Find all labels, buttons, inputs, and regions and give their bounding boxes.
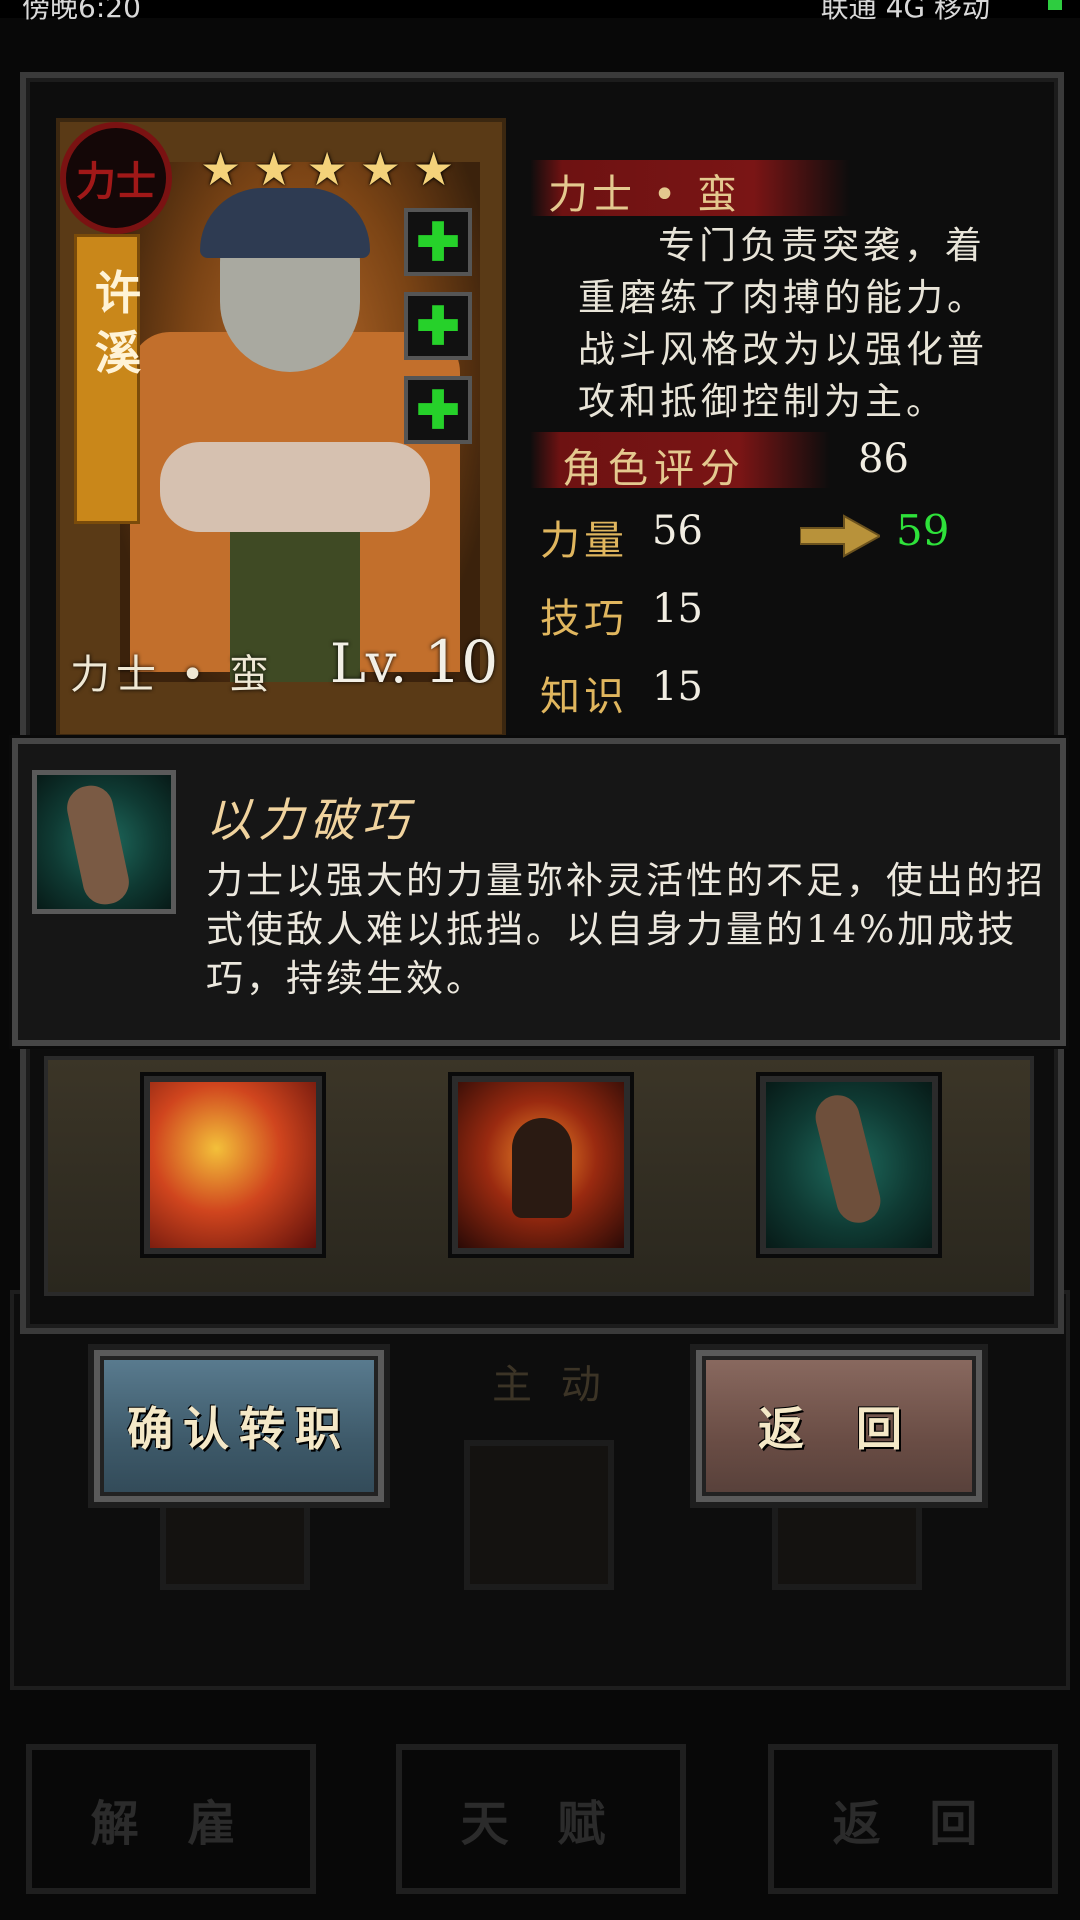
fire-slash-icon[interactable]	[144, 1076, 322, 1254]
hero-card: 许 溪 力士 ★ ★ ★ ★ ★ ✚ ✚ ✚ 力士 • 蛮 Lv. 10	[56, 118, 506, 738]
card-level: Lv. 10	[330, 628, 498, 696]
stat-knowledge-label: 知识	[540, 674, 628, 720]
stat-strength-new-value: 59	[896, 506, 950, 555]
confirm-class-change-button[interactable]: 确认转职	[94, 1350, 384, 1502]
stat-strength-value: 56	[652, 508, 703, 554]
plus-icon[interactable]: ✚	[404, 208, 472, 276]
status-bar: 傍晚6:20 联通 4G 移动	[0, 0, 1080, 24]
star-icon: ★	[200, 142, 242, 196]
background-active-label: 主 动	[492, 1362, 609, 1408]
card-class-name: 力士 • 蛮	[70, 652, 276, 698]
background-dismiss-button: 解 雇	[26, 1744, 316, 1894]
hero-cap	[200, 188, 370, 258]
level-value: 10	[424, 628, 499, 696]
stat-strength-label: 力量	[540, 518, 628, 564]
stat-skill-label: 技巧	[540, 596, 628, 642]
stat-knowledge-value: 15	[652, 664, 703, 710]
background-back-button: 返 回	[768, 1744, 1058, 1894]
background-talent-button: 天 赋	[396, 1744, 686, 1894]
status-network: 联通 4G 移动	[820, 0, 990, 24]
rage-warrior-icon[interactable]	[452, 1076, 630, 1254]
plus-icon[interactable]: ✚	[404, 292, 472, 360]
rating-value: 86	[858, 436, 909, 482]
hero-arms	[160, 442, 430, 532]
battery-icon	[1048, 0, 1062, 10]
star-icon: ★	[253, 142, 295, 196]
level-prefix: Lv.	[330, 632, 408, 695]
class-description: 专门负责突袭，着重磨练了肉搏的能力。战斗风格改为以强化普攻和抵御控制为主。	[578, 220, 1018, 428]
skill-name: 以力破巧	[206, 793, 414, 847]
class-title: 力士 • 蛮	[548, 172, 742, 218]
background-skill-slot	[464, 1440, 614, 1590]
star-icon: ★	[359, 142, 401, 196]
star-icon: ★	[306, 142, 348, 196]
star-rating: ★ ★ ★ ★ ★	[200, 142, 454, 196]
star-icon: ★	[413, 142, 455, 196]
plus-icon[interactable]: ✚	[404, 376, 472, 444]
class-seal-badge: 力士	[60, 122, 172, 234]
skill-detail-popup: 以力破巧 力士以强大的力量弥补灵活性的不足，使出的招式使敌人难以抵挡。以自身力量…	[12, 738, 1066, 1046]
arrow-right-icon	[800, 514, 880, 558]
hero-name-char: 溪	[95, 326, 141, 380]
hero-name-banner: 许 溪	[74, 234, 141, 524]
status-time: 傍晚6:20	[22, 0, 141, 24]
rating-label: 角色评分	[562, 446, 746, 492]
stat-skill-value: 15	[652, 586, 703, 632]
fist-icon	[32, 770, 176, 914]
hero-name-char: 许	[95, 266, 141, 320]
back-button[interactable]: 返 回	[696, 1350, 982, 1502]
fist-icon[interactable]	[760, 1076, 938, 1254]
skill-description: 力士以强大的力量弥补灵活性的不足，使出的招式使敌人难以抵挡。以自身力量的14%加…	[206, 859, 1046, 1000]
